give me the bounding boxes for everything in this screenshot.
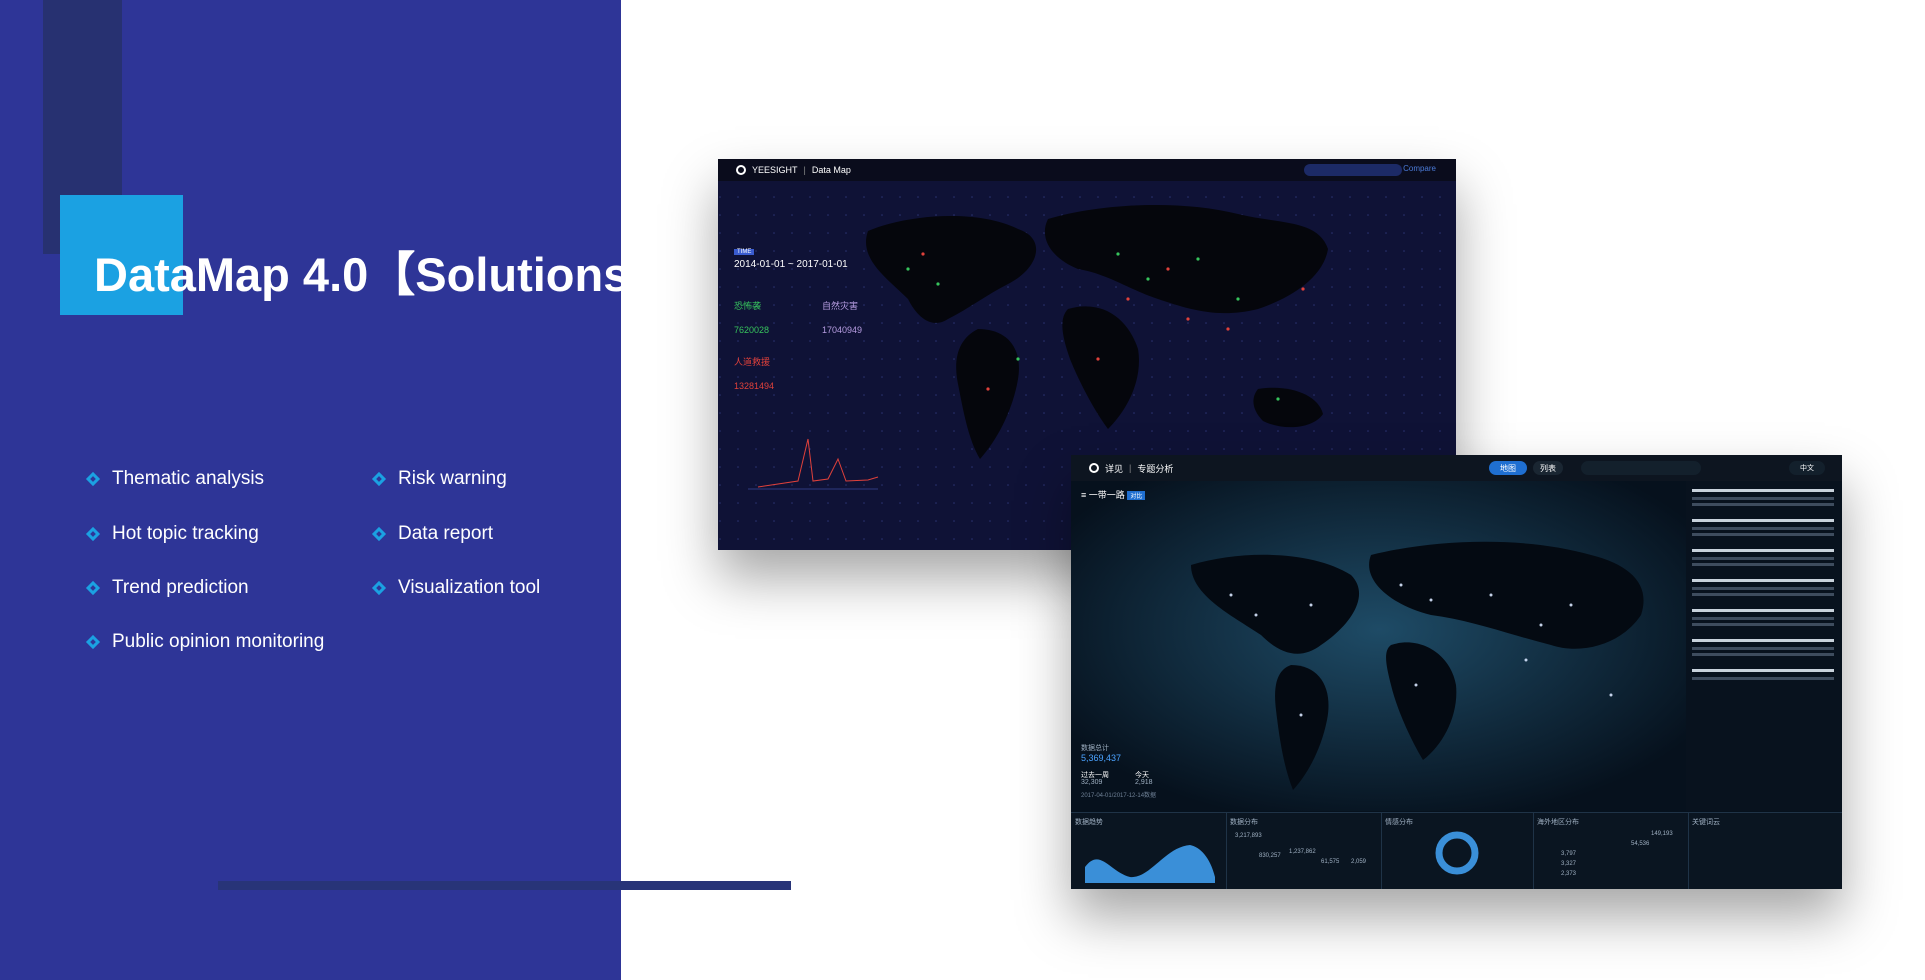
- bar-value: 2,059: [1351, 859, 1367, 865]
- feature-item: Public opinion monitoring: [84, 631, 324, 653]
- divider-bar: [218, 881, 791, 890]
- feature-label: Data report: [398, 523, 494, 544]
- feature-item: Visualization tool: [370, 577, 540, 599]
- feature-label: Trend prediction: [112, 577, 249, 598]
- panel-label: 情感分布: [1385, 819, 1413, 826]
- menu-icon[interactable]: ≡: [1081, 490, 1086, 500]
- panel-label: 海外地区分布: [1537, 819, 1579, 826]
- feature-label: Visualization tool: [398, 577, 541, 598]
- feature-item: Hot topic tracking: [84, 523, 259, 545]
- feature-label: Hot topic tracking: [112, 523, 259, 544]
- panel-label: 数据趋势: [1075, 819, 1103, 826]
- time-block: TIME: [734, 245, 755, 255]
- bar-value: 830,257: [1259, 853, 1281, 859]
- date-span: 2017-04-01/2017-12-14数据: [1081, 793, 1157, 799]
- diamond-bullet-icon: [371, 526, 387, 542]
- feature-list: Thematic analysis Hot topic tracking Tre…: [0, 0, 621, 980]
- news-feed: [1686, 481, 1840, 811]
- date-range: 2014-01-01 ~ 2017-01-01: [734, 259, 848, 270]
- feature-label: Public opinion monitoring: [112, 631, 325, 652]
- stat-label: 人道救援: [734, 357, 771, 367]
- country-value: 2,373: [1561, 871, 1577, 877]
- diamond-bullet-icon: [371, 471, 387, 487]
- stat-label: 恐怖袭: [734, 301, 762, 311]
- feature-item: Thematic analysis: [84, 468, 264, 490]
- panel-label: 数据分布: [1230, 819, 1258, 826]
- stat-value: 7620028: [734, 325, 770, 335]
- country-value: 54,536: [1631, 841, 1650, 847]
- diamond-bullet-icon: [85, 634, 101, 650]
- feature-item: Trend prediction: [84, 577, 249, 599]
- stat-label: 自然灾害: [822, 301, 859, 311]
- panel-label: 关键词云: [1692, 819, 1720, 826]
- today-value: 2,918: [1135, 779, 1153, 786]
- time-tag: TIME: [734, 249, 755, 255]
- feature-label: Thematic analysis: [112, 468, 265, 489]
- topic-analysis-screenshot: 详见 | 专题分析 地图 列表 中文 ≡ 一带一路 对比 数据总计 5,369,…: [1071, 455, 1842, 889]
- diamond-bullet-icon: [371, 580, 387, 596]
- diamond-bullet-icon: [85, 526, 101, 542]
- topic-name: 一带一路: [1088, 490, 1125, 500]
- country-value: 3,797: [1561, 851, 1577, 857]
- bar-value: 3,217,893: [1235, 833, 1262, 839]
- topic-title: ≡ 一带一路 对比: [1081, 488, 1146, 501]
- sentiment-donut: [1435, 831, 1479, 875]
- bottom-panels: 数据趋势 数据分布 情感分布 海外地区分布 关键词云 3,217,893 830…: [1071, 812, 1842, 889]
- total-value: 5,369,437: [1081, 753, 1122, 763]
- stat-value: 17040949: [822, 325, 863, 335]
- trend-area: [1085, 845, 1215, 883]
- diamond-bullet-icon: [85, 580, 101, 596]
- country-value: 149,193: [1651, 831, 1673, 837]
- week-value: 32,309: [1081, 779, 1103, 786]
- bar-value: 61,575: [1321, 859, 1340, 865]
- total-label: 数据总计: [1081, 745, 1109, 752]
- stat-value: 13281494: [734, 381, 775, 391]
- bar-value: 1,237,862: [1289, 849, 1316, 855]
- feature-item: Risk warning: [370, 468, 507, 490]
- country-value: 3,327: [1561, 861, 1577, 867]
- feature-label: Risk warning: [398, 468, 507, 489]
- feature-item: Data report: [370, 523, 493, 545]
- diamond-bullet-icon: [85, 471, 101, 487]
- compare-badge[interactable]: 对比: [1127, 491, 1146, 500]
